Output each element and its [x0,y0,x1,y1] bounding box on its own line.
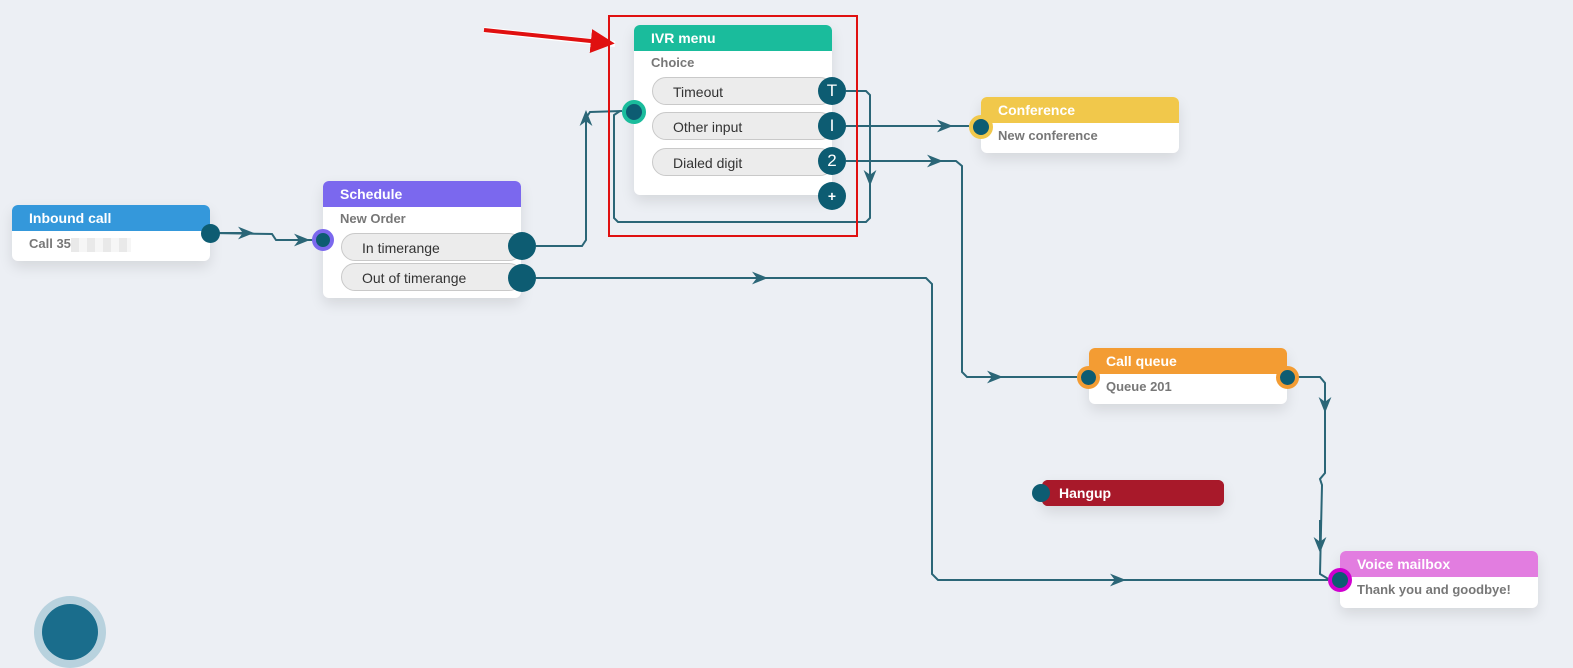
inbound-output-port[interactable] [201,224,220,243]
hangup-node[interactable]: Hangup [1042,480,1224,506]
call-queue-title: Call queue [1089,348,1287,374]
call-queue-output-port[interactable] [1276,366,1299,389]
voice-mailbox-title: Voice mailbox [1340,551,1538,577]
schedule-subtitle: New Order [340,211,406,226]
wire-queue-mailbox [1298,376,1331,581]
voice-mailbox-input-port[interactable] [1328,568,1352,592]
schedule-option-out-of-timerange[interactable]: Out of timerange [341,263,523,291]
hangup-title: Hangup [1042,480,1224,506]
schedule-option-in-timerange[interactable]: In timerange [341,233,523,261]
voice-mailbox-subtitle: Thank you and goodbye! [1357,582,1511,597]
conference-input-port[interactable] [969,115,993,139]
schedule-title: Schedule [323,181,521,207]
in-timerange-output-port[interactable] [508,232,536,260]
call-queue-node[interactable]: Call queue Queue 201 [1089,348,1287,404]
conference-subtitle: New conference [998,128,1098,143]
wire-out-mailbox [536,277,1328,581]
out-of-timerange-output-port[interactable] [508,264,536,292]
conference-title: Conference [981,97,1179,123]
hangup-input-port[interactable] [1032,484,1050,502]
wire-inbound-schedule [210,232,322,241]
floating-action-button-inner [42,604,98,660]
schedule-node[interactable]: Schedule New Order In timerange Out of t… [323,181,523,298]
conference-node[interactable]: Conference New conference [981,97,1179,153]
highlight-box [608,15,858,237]
schedule-input-port[interactable] [312,229,334,251]
call-queue-subtitle: Queue 201 [1106,379,1172,394]
voice-mailbox-node[interactable]: Voice mailbox Thank you and goodbye! [1340,551,1538,608]
inbound-call-title: Inbound call [12,205,210,231]
floating-action-button[interactable] [34,596,106,668]
call-queue-input-port[interactable] [1077,366,1100,389]
wire-digit-queue [846,160,1077,378]
inbound-call-subtitle: Call 35 [12,231,210,257]
annotation-arrow [483,27,616,53]
inbound-call-node[interactable]: Inbound call Call 35 [12,205,210,261]
redacted-blur [70,237,131,252]
inbound-call-number: Call 35 [29,236,71,251]
